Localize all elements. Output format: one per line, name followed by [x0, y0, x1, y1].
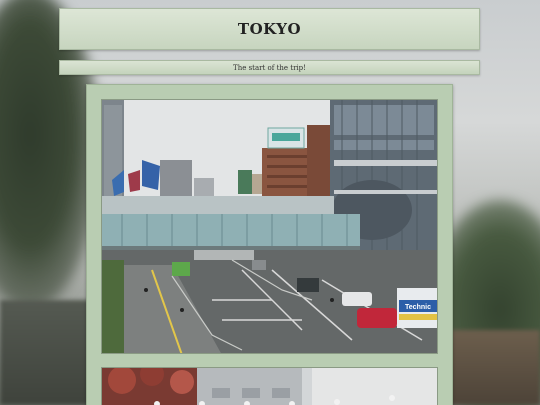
page-subtitle: The start of the trip!: [233, 63, 306, 72]
street-scene-image: Technic: [102, 100, 437, 353]
subtitle-banner: The start of the trip!: [59, 60, 480, 75]
second-photo-image: [102, 368, 437, 405]
gallery-photo-tokyo-street[interactable]: Technic: [101, 99, 438, 354]
title-banner: TOKYO: [59, 8, 480, 50]
truck-label-text: Technic: [405, 304, 431, 311]
gallery-photo-second[interactable]: [101, 367, 438, 405]
page-title: TOKYO: [237, 20, 302, 38]
background-building-left: [0, 300, 90, 405]
background-building-right: [450, 330, 540, 405]
